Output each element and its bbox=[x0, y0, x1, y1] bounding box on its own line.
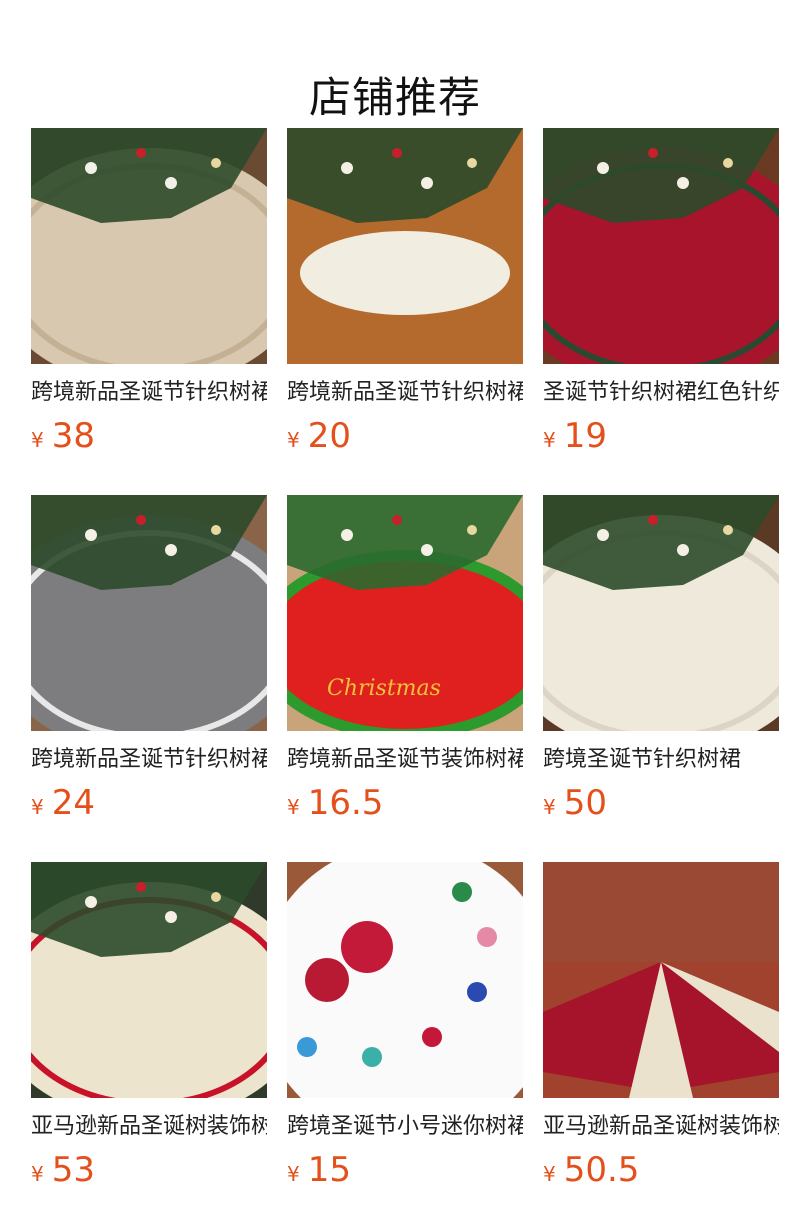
product-price: ¥50.5 bbox=[543, 1150, 639, 1190]
product-image[interactable] bbox=[543, 128, 779, 364]
currency-symbol: ¥ bbox=[31, 795, 44, 819]
product-image[interactable] bbox=[543, 495, 779, 731]
product-card[interactable]: 圣诞节针织树裙红色针织 ¥19 bbox=[543, 128, 779, 458]
product-card[interactable]: 跨境新品圣诞节针织树裙 ¥24 bbox=[31, 495, 267, 825]
price-value: 19 bbox=[563, 416, 607, 456]
product-card[interactable]: 跨境圣诞节针织树裙 ¥50 bbox=[543, 495, 779, 825]
currency-symbol: ¥ bbox=[31, 1162, 44, 1186]
product-card[interactable]: 亚马逊新品圣诞树装饰树裙 ¥53 bbox=[31, 862, 267, 1192]
product-name[interactable]: 跨境圣诞节小号迷你树裙 bbox=[287, 1112, 523, 1142]
price-value: 53 bbox=[51, 1150, 95, 1190]
product-image[interactable] bbox=[543, 862, 779, 1098]
product-image[interactable] bbox=[31, 862, 267, 1098]
product-name[interactable]: 跨境圣诞节针织树裙 bbox=[543, 745, 779, 775]
price-value: 16.5 bbox=[307, 783, 384, 823]
currency-symbol: ¥ bbox=[287, 1162, 300, 1186]
product-price: ¥53 bbox=[31, 1150, 95, 1190]
product-price: ¥15 bbox=[287, 1150, 351, 1190]
product-image[interactable] bbox=[287, 862, 523, 1098]
product-card[interactable]: 亚马逊新品圣诞树装饰树裙 ¥50.5 bbox=[543, 862, 779, 1192]
product-price: ¥20 bbox=[287, 416, 351, 456]
price-value: 24 bbox=[51, 783, 95, 823]
page-title: 店铺推荐 bbox=[308, 73, 481, 123]
price-value: 20 bbox=[307, 416, 351, 456]
currency-symbol: ¥ bbox=[543, 1162, 556, 1186]
product-price: ¥24 bbox=[31, 783, 95, 823]
product-card[interactable]: 跨境圣诞节小号迷你树裙 ¥15 bbox=[287, 862, 523, 1192]
product-name[interactable]: 跨境新品圣诞节装饰树裙 bbox=[287, 745, 523, 775]
product-name[interactable]: 跨境新品圣诞节针织树裙 bbox=[287, 378, 523, 408]
currency-symbol: ¥ bbox=[287, 428, 300, 452]
price-value: 38 bbox=[51, 416, 95, 456]
product-name[interactable]: 跨境新品圣诞节针织树裙 bbox=[31, 745, 267, 775]
currency-symbol: ¥ bbox=[543, 795, 556, 819]
product-card[interactable]: Christmas 跨境新品圣诞节装饰树裙 ¥16.5 bbox=[287, 495, 523, 825]
product-price: ¥19 bbox=[543, 416, 607, 456]
product-name[interactable]: 圣诞节针织树裙红色针织 bbox=[543, 378, 779, 408]
price-value: 50 bbox=[563, 783, 607, 823]
product-image[interactable] bbox=[31, 128, 267, 364]
product-price: ¥38 bbox=[31, 416, 95, 456]
currency-symbol: ¥ bbox=[31, 428, 44, 452]
product-image[interactable] bbox=[31, 495, 267, 731]
currency-symbol: ¥ bbox=[287, 795, 300, 819]
price-value: 50.5 bbox=[563, 1150, 640, 1190]
product-name[interactable]: 亚马逊新品圣诞树装饰树裙 bbox=[543, 1112, 779, 1142]
product-name[interactable]: 跨境新品圣诞节针织树裙 bbox=[31, 378, 267, 408]
product-name[interactable]: 亚马逊新品圣诞树装饰树裙 bbox=[31, 1112, 267, 1142]
currency-symbol: ¥ bbox=[543, 428, 556, 452]
product-price: ¥16.5 bbox=[287, 783, 383, 823]
price-value: 15 bbox=[307, 1150, 351, 1190]
product-image[interactable] bbox=[287, 128, 523, 364]
svg-text:Christmas: Christmas bbox=[327, 676, 441, 701]
product-card[interactable]: 跨境新品圣诞节针织树裙 ¥20 bbox=[287, 128, 523, 458]
product-price: ¥50 bbox=[543, 783, 607, 823]
product-card[interactable]: 跨境新品圣诞节针织树裙 ¥38 bbox=[31, 128, 267, 458]
product-image[interactable]: Christmas bbox=[287, 495, 523, 731]
